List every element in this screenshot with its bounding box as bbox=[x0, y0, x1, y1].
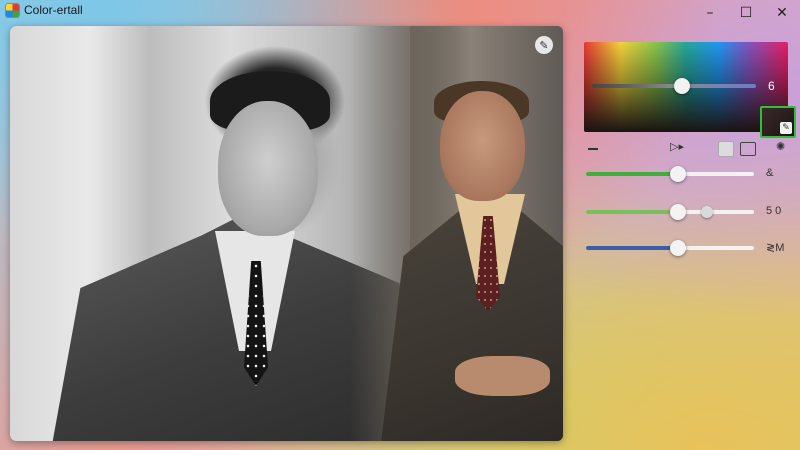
right-panel: 6 ✎ ▷▸ ✺ & 5 0 ≷M bbox=[578, 34, 796, 444]
color-hands bbox=[455, 356, 550, 396]
slider-3[interactable] bbox=[584, 238, 758, 258]
color-picker[interactable]: 6 ✎ bbox=[584, 42, 796, 138]
hue-value: 6 bbox=[768, 79, 775, 93]
title-bar: Color-ertall – ☐ ✕ bbox=[0, 0, 800, 22]
square-icon[interactable] bbox=[718, 141, 734, 157]
slider-knob[interactable] bbox=[670, 166, 687, 182]
app-logo-icon bbox=[6, 4, 19, 17]
play-icon[interactable]: ▷▸ bbox=[670, 140, 684, 156]
slider-1[interactable] bbox=[584, 164, 758, 184]
minimize-button[interactable]: – bbox=[692, 0, 728, 26]
color-swatch[interactable]: ✎ bbox=[760, 106, 796, 138]
slider-secondary-knob[interactable] bbox=[700, 206, 713, 218]
slider-2-value: 5 0 bbox=[766, 205, 782, 217]
minus-icon[interactable] bbox=[588, 148, 598, 150]
slider-1-value: & bbox=[766, 167, 774, 179]
window-controls: – ☐ ✕ bbox=[692, 0, 800, 26]
close-button[interactable]: ✕ bbox=[764, 0, 800, 26]
slider-fill bbox=[586, 172, 679, 176]
slider-fill bbox=[586, 210, 679, 214]
color-face bbox=[440, 91, 525, 201]
image-canvas[interactable]: ✎ bbox=[10, 26, 563, 441]
bw-face bbox=[218, 101, 318, 236]
pin-icon[interactable]: ✎ bbox=[535, 36, 553, 54]
slider-fill bbox=[586, 246, 679, 250]
hue-slider-knob[interactable] bbox=[674, 78, 691, 94]
maximize-button[interactable]: ☐ bbox=[728, 0, 764, 26]
app-title: Color-ertall bbox=[24, 3, 83, 17]
tool-row: ▷▸ ✺ bbox=[584, 138, 788, 160]
slider-2[interactable] bbox=[584, 202, 758, 222]
slider-3-value: ≷M bbox=[766, 242, 785, 254]
slider-knob[interactable] bbox=[670, 204, 687, 220]
gear-icon[interactable]: ✺ bbox=[776, 140, 785, 156]
image-icon[interactable] bbox=[740, 142, 756, 156]
slider-knob[interactable] bbox=[670, 240, 687, 256]
pen-icon[interactable]: ✎ bbox=[780, 122, 792, 134]
